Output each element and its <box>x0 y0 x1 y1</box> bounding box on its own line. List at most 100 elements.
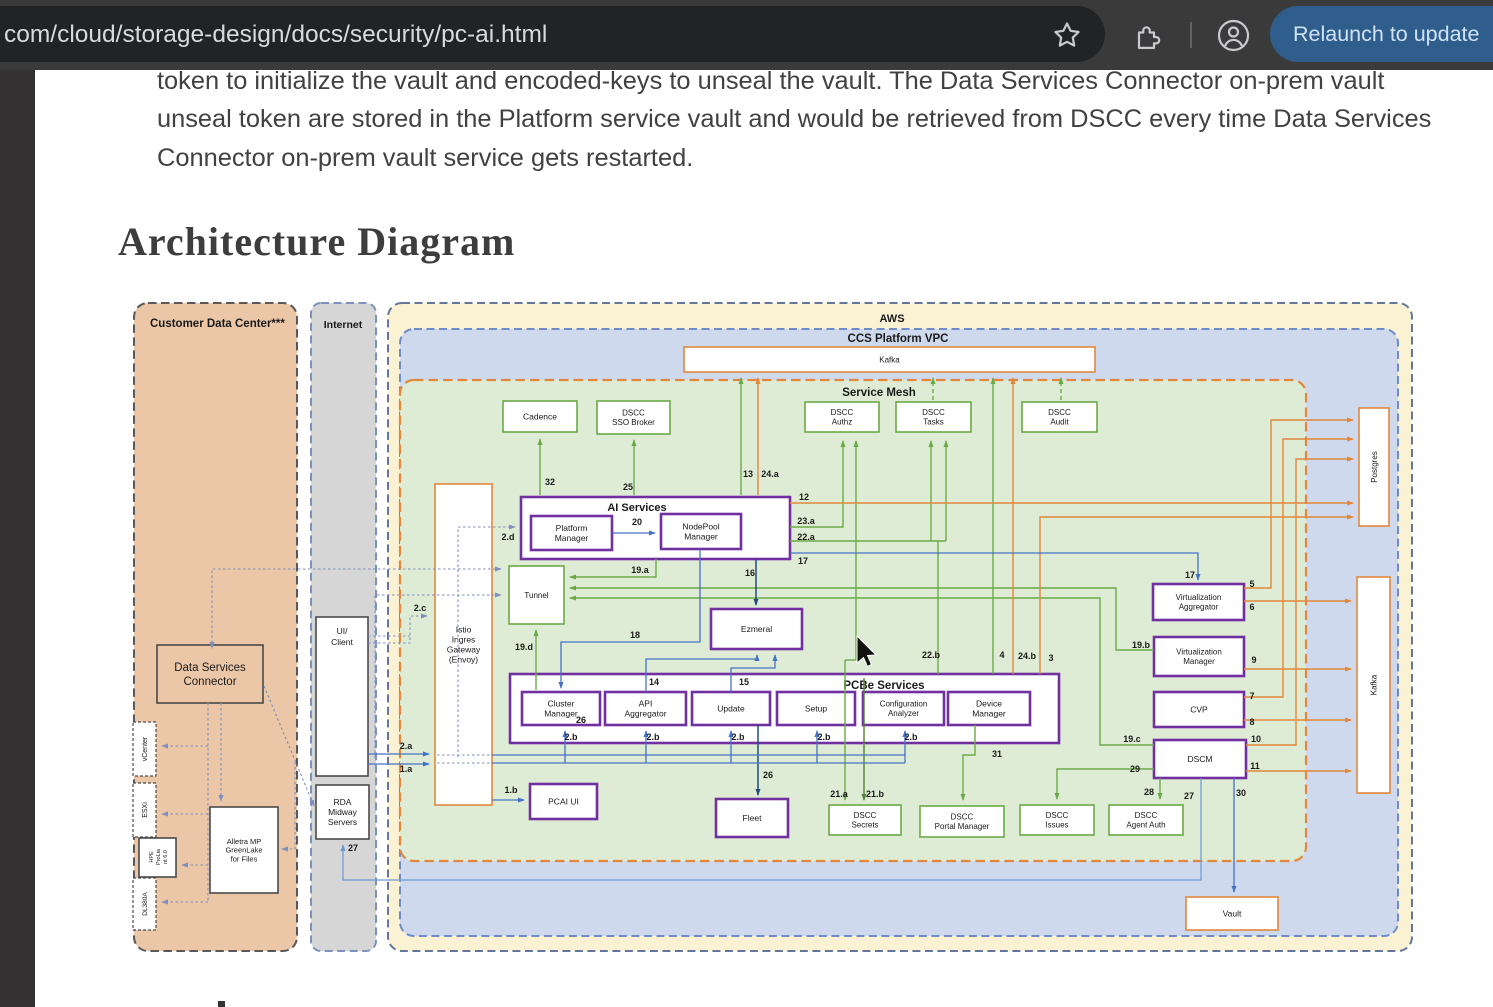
svg-text:CVP: CVP <box>1190 705 1208 715</box>
svg-text:31: 31 <box>992 749 1002 759</box>
svg-text:Service Mesh: Service Mesh <box>842 387 916 399</box>
svg-text:for Files: for Files <box>231 855 258 864</box>
svg-text:Virtualization: Virtualization <box>1176 593 1222 602</box>
svg-text:21.b: 21.b <box>866 789 885 799</box>
svg-text:Tasks: Tasks <box>923 418 943 427</box>
svg-text:Servers: Servers <box>328 817 357 827</box>
svg-text:PCAI UI: PCAI UI <box>548 797 579 807</box>
svg-text:CCS Platform VPC: CCS Platform VPC <box>848 333 949 345</box>
svg-text:19.b: 19.b <box>1132 640 1151 650</box>
svg-text:4: 4 <box>999 650 1004 660</box>
svg-text:AWS: AWS <box>879 313 904 325</box>
svg-text:DSCC: DSCC <box>1135 811 1158 820</box>
svg-text:8: 8 <box>1249 717 1254 727</box>
svg-text:Audit: Audit <box>1050 418 1069 427</box>
svg-text:Cadence: Cadence <box>523 412 557 422</box>
svg-text:AI Services: AI Services <box>607 502 666 514</box>
svg-text:Portal Manager: Portal Manager <box>935 822 990 831</box>
svg-text:Device: Device <box>976 699 1002 709</box>
svg-text:DSCC: DSCC <box>1048 408 1071 417</box>
svg-text:20: 20 <box>632 517 642 527</box>
svg-text:2.b: 2.b <box>817 732 831 742</box>
svg-text:Alletra MP: Alletra MP <box>227 837 262 846</box>
svg-text:ESXi: ESXi <box>142 802 149 818</box>
svg-text:27: 27 <box>348 843 358 853</box>
svg-text:GreenLake: GreenLake <box>225 846 262 855</box>
svg-text:DL380A: DL380A <box>142 892 149 916</box>
svg-text:28: 28 <box>1144 787 1154 797</box>
svg-text:23.a: 23.a <box>797 516 816 526</box>
svg-text:SSO Broker: SSO Broker <box>612 418 655 427</box>
svg-text:Aggregator: Aggregator <box>1179 603 1219 612</box>
svg-text:1.a: 1.a <box>400 764 414 774</box>
svg-text:Issues: Issues <box>1045 821 1068 830</box>
svg-text:12: 12 <box>799 492 809 502</box>
svg-text:32: 32 <box>545 477 555 487</box>
svg-text:DSCM: DSCM <box>1187 754 1212 764</box>
svg-text:HPE: HPE <box>149 851 155 863</box>
svg-text:Virtualization: Virtualization <box>1176 648 1222 657</box>
svg-text:13: 13 <box>743 469 753 479</box>
svg-text:Data Services: Data Services <box>174 662 246 674</box>
svg-text:Manager: Manager <box>555 533 589 543</box>
svg-text:Manager: Manager <box>544 709 578 719</box>
svg-text:6: 6 <box>1249 602 1254 612</box>
svg-text:24.b: 24.b <box>1018 651 1037 661</box>
svg-text:Gateway: Gateway <box>447 645 481 655</box>
svg-text:2.b: 2.b <box>731 732 745 742</box>
svg-text:2.b: 2.b <box>904 732 918 742</box>
svg-text:16: 16 <box>745 568 755 578</box>
svg-text:(Envoy): (Envoy) <box>449 655 478 665</box>
svg-text:5: 5 <box>1249 579 1254 589</box>
svg-text:2.c: 2.c <box>414 603 427 613</box>
svg-text:Client: Client <box>331 637 353 647</box>
svg-text:27: 27 <box>1184 791 1194 801</box>
svg-text:Kafka: Kafka <box>1369 674 1378 695</box>
svg-text:DSCC: DSCC <box>622 409 645 418</box>
svg-text:Tunnel: Tunnel <box>524 591 548 600</box>
svg-text:DSCC: DSCC <box>854 811 877 820</box>
svg-text:18: 18 <box>630 630 640 640</box>
svg-text:DSCC: DSCC <box>951 813 974 822</box>
svg-text:30: 30 <box>1236 788 1246 798</box>
svg-text:Connector: Connector <box>183 676 236 688</box>
svg-text:26: 26 <box>576 715 586 725</box>
svg-text:1.b: 1.b <box>504 785 518 795</box>
svg-text:vCenter: vCenter <box>142 736 149 761</box>
svg-text:Fleet: Fleet <box>743 813 763 823</box>
svg-text:Midway: Midway <box>328 807 358 817</box>
svg-text:Kafka: Kafka <box>879 355 900 364</box>
svg-text:ProLia: ProLia <box>156 848 162 865</box>
svg-text:24.a: 24.a <box>761 469 780 479</box>
svg-text:Manager: Manager <box>684 532 718 542</box>
svg-text:Analyzer: Analyzer <box>888 709 919 718</box>
svg-text:Cluster: Cluster <box>548 699 575 709</box>
svg-text:Update: Update <box>717 704 745 714</box>
svg-text:Vault: Vault <box>1223 909 1242 919</box>
svg-text:14: 14 <box>649 677 659 687</box>
svg-text:Manager: Manager <box>1183 657 1215 666</box>
svg-text:2.a: 2.a <box>400 741 414 751</box>
svg-text:11: 11 <box>1250 761 1260 771</box>
svg-text:NodePool: NodePool <box>682 522 719 532</box>
svg-text:26: 26 <box>763 770 773 780</box>
svg-text:19.a: 19.a <box>631 565 650 575</box>
svg-text:Configuration: Configuration <box>880 700 928 709</box>
svg-text:Customer Data Center***: Customer Data Center*** <box>150 318 285 330</box>
svg-text:2.b: 2.b <box>646 732 660 742</box>
svg-text:19.d: 19.d <box>515 642 533 652</box>
svg-text:DSCC: DSCC <box>831 408 854 417</box>
svg-text:Internet: Internet <box>324 319 363 331</box>
svg-text:22.b: 22.b <box>922 650 941 660</box>
svg-text:UI/: UI/ <box>337 626 349 636</box>
svg-text:DSCC: DSCC <box>1046 811 1069 820</box>
svg-text:DSCC: DSCC <box>922 408 945 417</box>
svg-text:Platform: Platform <box>556 523 588 533</box>
svg-text:nt 6.0: nt 6.0 <box>163 850 169 864</box>
svg-text:9: 9 <box>1251 655 1256 665</box>
svg-text:29: 29 <box>1130 764 1140 774</box>
svg-text:Ingres: Ingres <box>452 635 476 645</box>
svg-text:10: 10 <box>1251 734 1261 744</box>
svg-text:3: 3 <box>1048 653 1053 663</box>
svg-text:Manager: Manager <box>972 709 1006 719</box>
